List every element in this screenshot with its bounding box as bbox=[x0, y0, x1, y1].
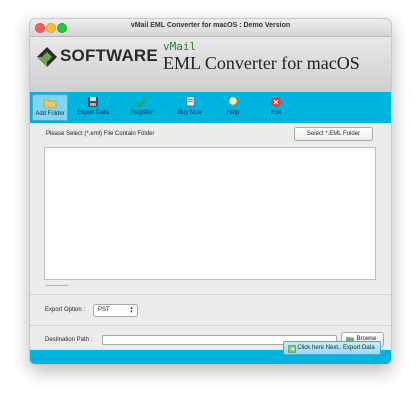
stepper-arrows-icon: ▴ ▾ bbox=[130, 305, 133, 315]
toolbar-label: Export Data bbox=[77, 110, 109, 116]
disk-icon bbox=[88, 97, 98, 107]
file-list-area[interactable] bbox=[44, 147, 376, 280]
toolbar-label: Exit bbox=[270, 110, 281, 116]
logo-diamond-icon bbox=[37, 47, 57, 67]
cart-icon bbox=[185, 96, 195, 107]
toolbar-label: Register bbox=[130, 110, 154, 116]
toolbar-export-data-button[interactable]: Export Data bbox=[73, 94, 113, 121]
select-eml-folder-button[interactable]: Select *.EML Folder bbox=[294, 127, 373, 141]
export-option-value: PST bbox=[98, 307, 110, 313]
divider bbox=[30, 294, 391, 295]
export-data-button[interactable]: Click here Next.. Export Data bbox=[283, 341, 381, 355]
folder-icon bbox=[43, 99, 57, 109]
select-folder-prompt: Please Select (*.eml) File Contain Folde… bbox=[46, 131, 155, 137]
toolbar-help-button[interactable]: Help bbox=[221, 94, 245, 121]
logo-text: SOFTWARE bbox=[60, 46, 158, 65]
toolbar-exit-button[interactable]: Exit bbox=[264, 94, 288, 121]
product-name-small: vMail bbox=[163, 40, 197, 53]
toolbar-buy-now-button[interactable]: Buy Now bbox=[170, 94, 210, 121]
toolbar-label: Buy Now bbox=[177, 110, 202, 116]
lightbulb-icon bbox=[228, 96, 238, 108]
product-name-large: EML Converter for macOS bbox=[163, 53, 360, 73]
toolbar-label: Add Folder bbox=[35, 111, 65, 117]
window-title: vMail EML Converter for macOS : Demo Ver… bbox=[130, 22, 291, 29]
export-icon bbox=[288, 345, 296, 353]
export-data-button-label: Click here Next.. Export Data bbox=[297, 345, 375, 351]
destination-path-label: Destination Path : bbox=[45, 337, 93, 343]
toolbar-register-button[interactable]: Register bbox=[122, 94, 162, 121]
header-banner: SOFTWARE vMail EML Converter for macOS bbox=[30, 37, 391, 92]
title-bar: vMail EML Converter for macOS : Demo Ver… bbox=[30, 19, 391, 37]
export-option-select[interactable]: PST ▴ ▾ bbox=[93, 304, 138, 317]
exit-icon bbox=[271, 97, 281, 107]
divider bbox=[30, 325, 391, 326]
checkmark-icon bbox=[136, 96, 148, 108]
toolbar-label: Help bbox=[226, 110, 240, 116]
export-option-label: Export Option : bbox=[45, 307, 86, 313]
toolbar: Add Folder Export Data Register Buy Now … bbox=[30, 92, 391, 123]
app-window: vMail EML Converter for macOS : Demo Ver… bbox=[29, 18, 392, 365]
status-text: ----------- bbox=[46, 283, 68, 289]
toolbar-add-folder-button[interactable]: Add Folder bbox=[32, 94, 68, 121]
